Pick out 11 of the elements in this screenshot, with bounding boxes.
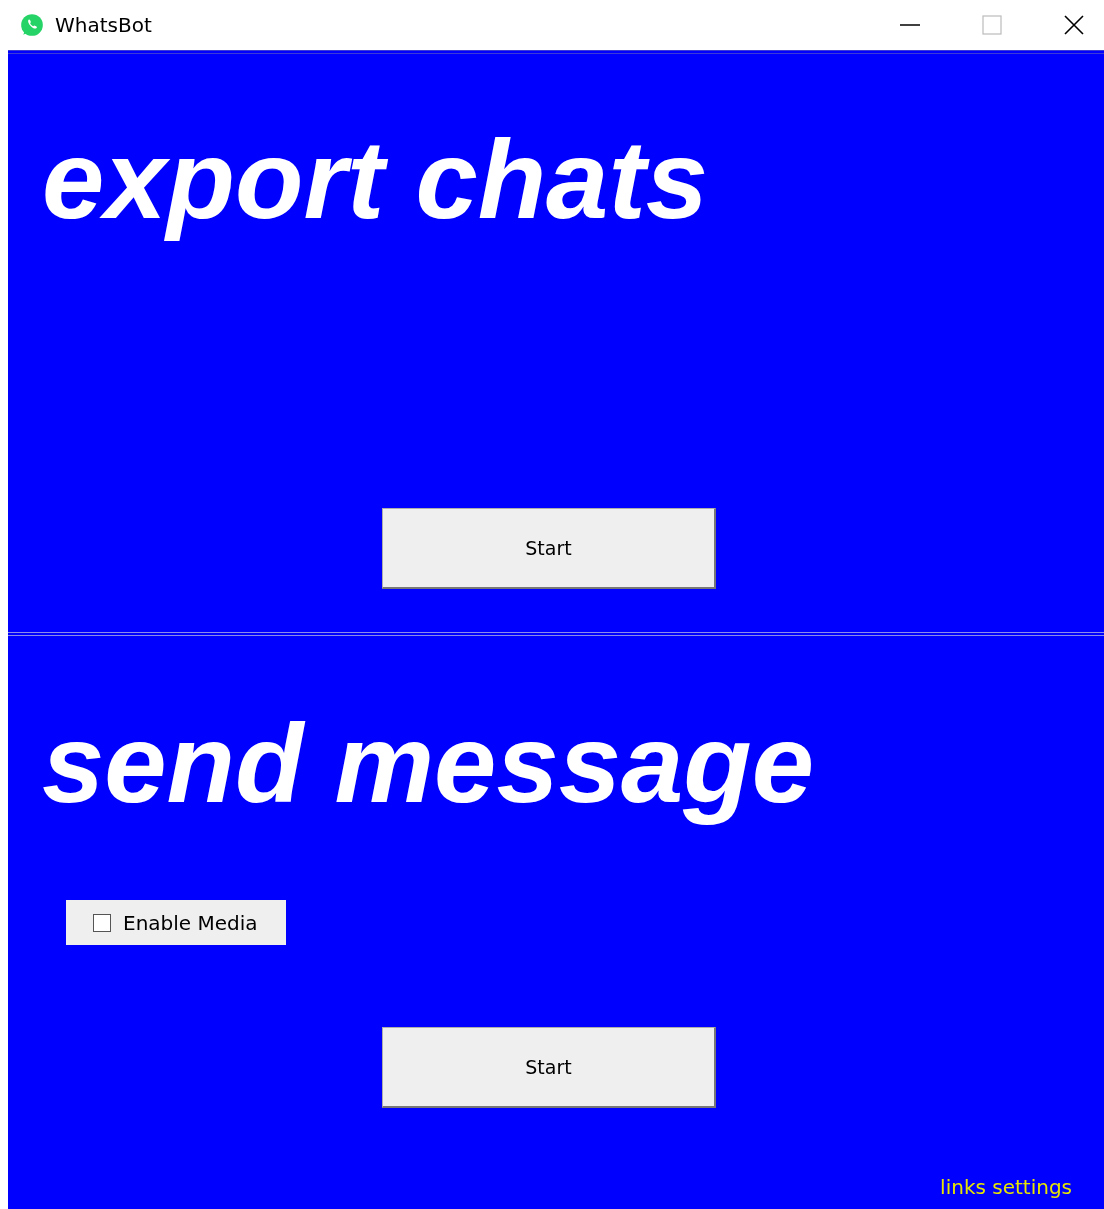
chat-bubble-icon xyxy=(19,12,45,38)
section-heading: send message xyxy=(42,700,815,828)
start-button[interactable]: Start xyxy=(382,1027,716,1108)
checkbox-label: Enable Media xyxy=(123,910,258,935)
window-title: WhatsBot xyxy=(55,13,152,37)
enable-media-checkbox[interactable]: Enable Media xyxy=(66,900,286,945)
close-icon[interactable] xyxy=(1064,15,1084,35)
start-button[interactable]: Start xyxy=(382,508,716,589)
section-heading: export chats xyxy=(42,116,709,244)
links-settings-link[interactable]: links settings xyxy=(940,1175,1072,1199)
checkbox[interactable] xyxy=(93,913,111,932)
